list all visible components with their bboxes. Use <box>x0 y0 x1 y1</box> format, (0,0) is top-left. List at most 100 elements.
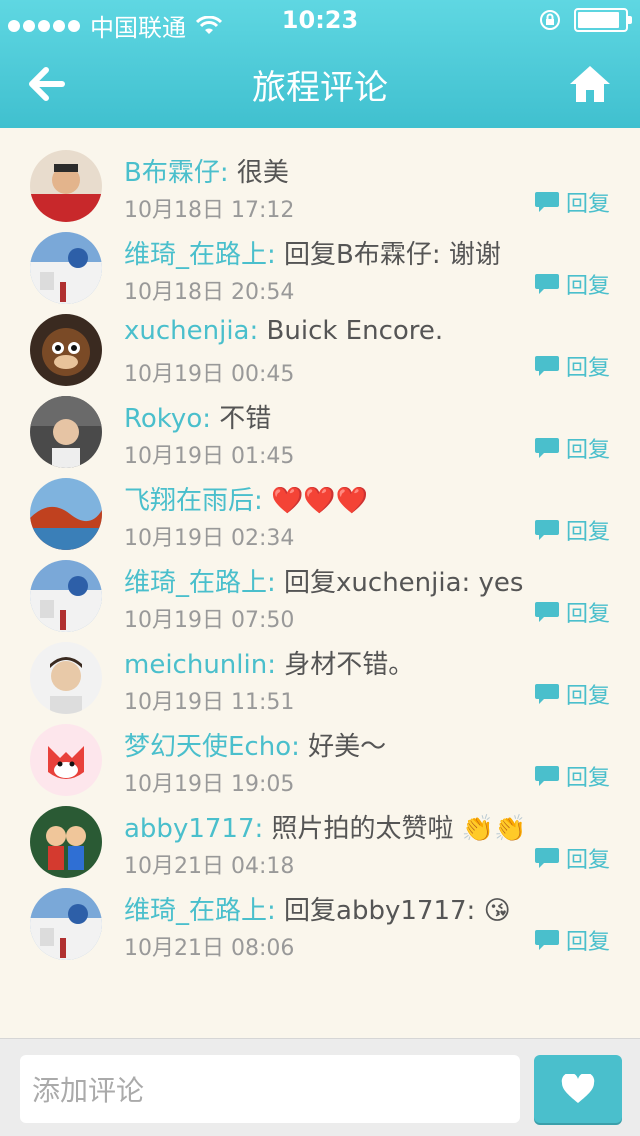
reply-label: 回复 <box>565 766 610 791</box>
comment-item: 维琦_在路上: 回复B布霖仔: 谢谢 10月18日 20:54 回复 <box>0 232 640 314</box>
comment-line: Rokyo: 不错 <box>124 398 271 435</box>
comment-item: 维琦_在路上: 回复xuchenjia: yes 10月19日 07:50 回复 <box>0 560 640 642</box>
battery-icon <box>574 8 632 32</box>
comment-time: 10月19日 11:51 <box>124 690 295 715</box>
reply-label: 回复 <box>565 274 610 299</box>
comment-text: 照片拍的太赞啦 <box>271 814 454 844</box>
avatar[interactable] <box>30 232 102 304</box>
comment-composer: 添加评论 <box>0 1038 640 1136</box>
top-bar: 中国联通 10:23 旅程评论 <box>0 0 640 128</box>
speech-bubble-icon <box>534 766 559 786</box>
avatar[interactable] <box>30 642 102 714</box>
comment-input-placeholder: 添加评论 <box>32 1074 145 1107</box>
comment-emoji: ❤️❤️❤️ <box>271 486 369 516</box>
speech-bubble-icon <box>534 438 559 458</box>
comment-time: 10月18日 17:12 <box>124 198 295 223</box>
comment-line: 维琦_在路上: 回复B布霖仔: 谢谢 <box>124 234 501 271</box>
reply-label: 回复 <box>565 930 610 955</box>
speech-bubble-icon <box>534 930 559 950</box>
comment-text: Buick Encore. <box>266 316 444 346</box>
comment-time: 10月19日 07:50 <box>124 608 295 633</box>
comment-item: xuchenjia: Buick Encore. 10月19日 00:45 回复 <box>0 314 640 396</box>
comment-line: 梦幻天使Echo: 好美～ <box>124 726 386 763</box>
avatar[interactable] <box>30 150 102 222</box>
comment-time: 10月21日 04:18 <box>124 854 295 879</box>
comment-username[interactable]: xuchenjia: <box>124 316 258 346</box>
comment-line: xuchenjia: Buick Encore. <box>124 316 443 346</box>
comment-time: 10月21日 08:06 <box>124 936 295 961</box>
comment-item: 维琦_在路上: 回复abby1717: 😘 10月21日 08:06 回复 <box>0 888 640 970</box>
comment-text: 回复B布霖仔: 谢谢 <box>284 240 501 270</box>
comment-item: 梦幻天使Echo: 好美～ 10月19日 19:05 回复 <box>0 724 640 806</box>
comment-text: 回复xuchenjia: yes <box>284 568 524 598</box>
reply-label: 回复 <box>565 684 610 709</box>
comment-input[interactable]: 添加评论 <box>20 1055 520 1123</box>
avatar[interactable] <box>30 888 102 960</box>
page-title: 旅程评论 <box>252 68 388 108</box>
reply-button[interactable]: 回复 <box>534 678 610 710</box>
status-bar: 中国联通 10:23 <box>0 0 640 42</box>
comment-username[interactable]: B布霖仔: <box>124 158 229 188</box>
comment-item: Rokyo: 不错 10月19日 01:45 回复 <box>0 396 640 478</box>
home-icon[interactable] <box>568 62 612 106</box>
comment-time: 10月19日 00:45 <box>124 362 295 387</box>
comment-username[interactable]: Rokyo: <box>124 404 211 434</box>
comment-time: 10月19日 19:05 <box>124 772 295 797</box>
speech-bubble-icon <box>534 356 559 376</box>
comment-text: 身材不错。 <box>284 650 415 680</box>
like-button[interactable] <box>534 1055 622 1123</box>
reply-button[interactable]: 回复 <box>534 432 610 464</box>
comment-text: 很美 <box>236 158 289 188</box>
reply-label: 回复 <box>565 356 610 381</box>
reply-label: 回复 <box>565 438 610 463</box>
comment-time: 10月18日 20:54 <box>124 280 295 305</box>
reply-label: 回复 <box>565 848 610 873</box>
comment-text: 不错 <box>219 404 272 434</box>
reply-button[interactable]: 回复 <box>534 596 610 628</box>
reply-button[interactable]: 回复 <box>534 924 610 956</box>
comment-item: B布霖仔: 很美 10月18日 17:12 回复 <box>0 150 640 232</box>
speech-bubble-icon <box>534 520 559 540</box>
comment-username[interactable]: meichunlin: <box>124 650 276 680</box>
comment-line: meichunlin: 身材不错。 <box>124 644 414 681</box>
avatar[interactable] <box>30 478 102 550</box>
comment-line: 维琦_在路上: 回复abby1717: 😘 <box>124 890 511 927</box>
avatar[interactable] <box>30 724 102 796</box>
avatar[interactable] <box>30 396 102 468</box>
comment-username[interactable]: 飞翔在雨后: <box>124 486 263 516</box>
nav-bar: 旅程评论 <box>0 40 640 128</box>
comment-text: 回复abby1717: <box>284 896 476 926</box>
avatar[interactable] <box>30 314 102 386</box>
comment-line: abby1717: 照片拍的太赞啦 👏👏 <box>124 808 527 845</box>
comment-line: B布霖仔: 很美 <box>124 152 289 189</box>
comment-username[interactable]: 维琦_在路上: <box>124 240 276 270</box>
comment-time: 10月19日 01:45 <box>124 444 295 469</box>
speech-bubble-icon <box>534 602 559 622</box>
comment-username[interactable]: 维琦_在路上: <box>124 568 276 598</box>
comment-item: abby1717: 照片拍的太赞啦 👏👏 10月21日 04:18 回复 <box>0 806 640 888</box>
reply-button[interactable]: 回复 <box>534 268 610 300</box>
comment-line: 飞翔在雨后: ❤️❤️❤️ <box>124 480 368 517</box>
rotation-lock-icon <box>540 10 560 30</box>
comment-text: 好美～ <box>308 732 387 762</box>
reply-button[interactable]: 回复 <box>534 842 610 874</box>
comment-time: 10月19日 02:34 <box>124 526 295 551</box>
heart-icon <box>561 1074 595 1103</box>
speech-bubble-icon <box>534 192 559 212</box>
comment-username[interactable]: abby1717: <box>124 814 263 844</box>
avatar[interactable] <box>30 806 102 878</box>
reply-button[interactable]: 回复 <box>534 514 610 546</box>
comment-list: B布霖仔: 很美 10月18日 17:12 回复 维琦_在路上: 回复B布霖仔:… <box>0 150 640 970</box>
reply-button[interactable]: 回复 <box>534 186 610 218</box>
comment-emoji: 👏👏 <box>461 814 527 844</box>
reply-label: 回复 <box>565 192 610 217</box>
comment-username[interactable]: 梦幻天使Echo: <box>124 732 300 762</box>
comment-username[interactable]: 维琦_在路上: <box>124 896 276 926</box>
reply-button[interactable]: 回复 <box>534 350 610 382</box>
reply-button[interactable]: 回复 <box>534 760 610 792</box>
comment-item: 飞翔在雨后: ❤️❤️❤️ 10月19日 02:34 回复 <box>0 478 640 560</box>
comment-emoji: 😘 <box>483 896 511 926</box>
comment-line: 维琦_在路上: 回复xuchenjia: yes <box>124 562 523 599</box>
avatar[interactable] <box>30 560 102 632</box>
speech-bubble-icon <box>534 274 559 294</box>
